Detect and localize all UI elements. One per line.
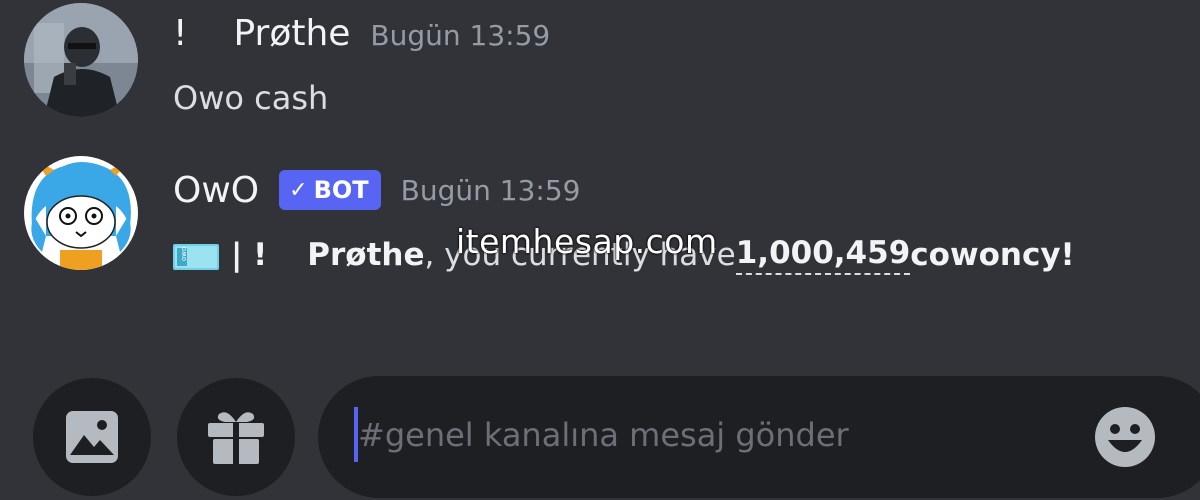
message-header: OwO ✓ BOT Bugün 13:59 [173, 164, 580, 216]
username[interactable]: OwO [173, 170, 259, 211]
message-prefix: ! [173, 13, 188, 54]
bot-badge: ✓ BOT [279, 170, 381, 210]
cowoncy-amount: 1,000,459 [735, 235, 911, 275]
gift-button[interactable] [177, 378, 295, 496]
avatar-prothe[interactable] [24, 3, 138, 117]
message-text: Owo cash [173, 79, 329, 117]
svg-text:owo: owo [180, 247, 188, 261]
emoji-button[interactable] [1094, 406, 1156, 468]
avatar-owo[interactable] [24, 156, 138, 270]
timestamp: Bugün 13:59 [370, 19, 551, 52]
attach-image-button[interactable] [33, 378, 151, 496]
timestamp: Bugün 13:59 [400, 173, 581, 207]
image-icon [66, 411, 118, 463]
input-placeholder: #genel kanalına mesaj gönder [358, 416, 849, 454]
check-icon: ✓ [289, 177, 308, 203]
reply-suffix: cowoncy! [910, 237, 1075, 273]
gift-icon [208, 412, 264, 464]
mention[interactable]: Prøthe [307, 237, 424, 273]
message-prothe: ! Prøthe Bugün 13:59 Owo cash [24, 3, 1200, 123]
emoji-icon [1095, 407, 1155, 467]
cash-icon: owo [173, 242, 219, 270]
bot-badge-label: BOT [313, 176, 369, 204]
username[interactable]: Prøthe [233, 13, 350, 54]
reply-marker: | ! [231, 237, 268, 273]
chat-screen: ! Prøthe Bugün 13:59 Owo cash OwO ✓ BOT … [0, 0, 1200, 500]
watermark: itemhesap.com [456, 222, 718, 261]
message-input[interactable]: #genel kanalına mesaj gönder [318, 376, 1200, 498]
message-header: ! Prøthe Bugün 13:59 [173, 13, 550, 65]
